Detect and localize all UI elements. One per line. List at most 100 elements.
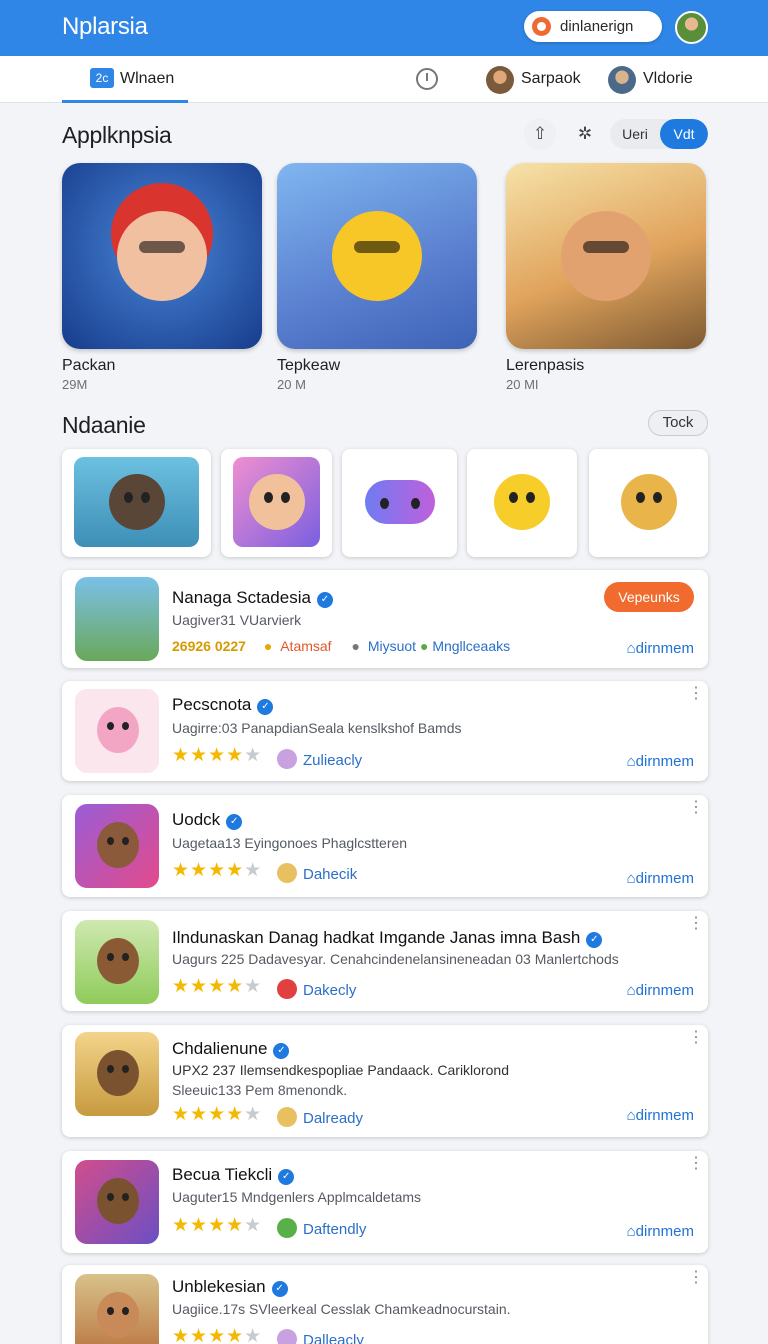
bell-icon: ⌂ — [626, 870, 636, 887]
app-card-6[interactable]: Becua Tiekcli ✓ Uaguter15 Mndgenlers Appl… — [62, 1151, 708, 1253]
mini-card-4[interactable] — [467, 449, 577, 557]
settings-icon[interactable]: ✲ — [569, 118, 601, 150]
developer-5[interactable]: Dalready — [277, 1107, 363, 1127]
mini-card-5[interactable] — [589, 449, 708, 557]
app-icon-5 — [75, 1032, 159, 1116]
user-avatar-1[interactable] — [486, 66, 514, 94]
get-button-5[interactable]: ⌂dirnmem — [627, 1107, 694, 1124]
app-desc-3: Uagetaa13 Eyingonoes Phaglcstteren — [172, 835, 408, 851]
app-card-4[interactable]: Ilndunaskan Danag hadkat Imgande Janas i… — [62, 911, 708, 1011]
app-desc-7: Uagiice.17s SVleerkeal Cesslak Chamkeadn… — [172, 1301, 511, 1317]
get-button-6[interactable]: ⌂dirnmem — [627, 1223, 694, 1240]
featured-art-3 — [561, 211, 651, 301]
app-card-5[interactable]: Chdalienune ✓ UPX2 237 Ilemsendkespopliae… — [62, 1025, 708, 1137]
developer-icon — [277, 1107, 297, 1127]
mini-card-2[interactable] — [221, 449, 332, 557]
featured-title: Applknpsia — [62, 122, 172, 148]
mini-card-1[interactable] — [62, 449, 211, 557]
app-title: Nplarsia — [62, 13, 148, 40]
developer-icon — [277, 863, 297, 883]
get-button-2[interactable]: ⌂dirnmem — [627, 753, 694, 770]
tab-home[interactable]: 2c Wlnaen — [62, 56, 188, 103]
verified-icon: ✓ — [316, 592, 333, 608]
rating-stars-4: ★★★★★ — [172, 976, 263, 997]
user-avatar[interactable] — [675, 11, 708, 44]
rating-stars-3: ★★★★★ — [172, 860, 263, 881]
app-card-1[interactable]: Nanaga Sctadesia ✓ Uagiver31 VUarvierk Ve… — [62, 570, 708, 668]
tag-blue-1: Miysuot — [367, 638, 417, 654]
verified-icon: ✓ — [271, 1281, 288, 1297]
view-toggle[interactable]: Ueri Vdt — [610, 119, 708, 149]
tag-green-1: Mngllceaaks — [432, 638, 511, 654]
bell-icon: ⌂ — [626, 753, 636, 770]
app-title-7: Unblekesian ✓ — [172, 1277, 288, 1297]
developer-7[interactable]: Dalleacly — [277, 1329, 364, 1344]
search-box[interactable]: dinlanerign — [524, 11, 662, 42]
verified-icon: ✓ — [273, 1043, 290, 1059]
globe-icon: ● — [419, 638, 429, 654]
app-desc-4: Uagurs 225 Dadavesyar. Cenahcindenelansi… — [172, 951, 619, 967]
section-button[interactable]: Tock — [648, 410, 708, 436]
rating-stars-6: ★★★★★ — [172, 1215, 263, 1236]
featured-art-1 — [117, 211, 207, 301]
app-title-5: Chdalienune ✓ — [172, 1039, 290, 1059]
app-card-2[interactable]: Pecscnota ✓ Uagirre:03 PanapdianSeala ken… — [62, 681, 708, 781]
developer-4[interactable]: Dakecly — [277, 979, 356, 999]
user-avatar-2[interactable] — [608, 66, 636, 94]
featured-card-2[interactable] — [277, 163, 477, 349]
featured-card-3[interactable] — [506, 163, 706, 349]
app-title-4: Ilndunaskan Danag hadkat Imgande Janas i… — [172, 928, 603, 948]
bell-icon: ⌂ — [626, 1107, 636, 1124]
get-button-4[interactable]: ⌂dirnmem — [627, 982, 694, 999]
featured-size-3: 20 MI — [506, 377, 539, 392]
app-desc-2: Uagirre:03 PanapdianSeala kenslkshof Bam… — [172, 720, 462, 736]
verified-icon: ✓ — [226, 814, 243, 830]
app-action-button-1[interactable]: Vepeunks — [604, 582, 694, 612]
section-title: Ndaanie — [62, 412, 146, 438]
developer-icon — [277, 1329, 297, 1344]
toggle-right[interactable]: Vdt — [660, 119, 708, 149]
search-input[interactable]: dinlanerign — [560, 18, 633, 35]
more-icon[interactable]: ⋮ — [688, 916, 704, 932]
featured-card-1[interactable] — [62, 163, 262, 349]
developer-2[interactable]: Zulieacly — [277, 749, 362, 769]
app-desc-1: Uagiver31 VUarvierk — [172, 612, 302, 628]
mini-card-3[interactable] — [342, 449, 457, 557]
app-icon-6 — [75, 1160, 159, 1244]
tab-people-2[interactable]: Vldorie — [643, 70, 693, 88]
rating-stars-5: ★★★★★ — [172, 1104, 263, 1125]
tab-people-1[interactable]: Sarpaok — [521, 70, 581, 88]
top-bar: Nplarsia dinlanerign — [0, 0, 768, 56]
more-icon[interactable]: ⋮ — [688, 1030, 704, 1046]
home-badge: 2c — [90, 68, 114, 88]
more-icon[interactable]: ⋮ — [688, 1270, 704, 1286]
developer-icon — [277, 1218, 297, 1238]
app-desc-6: Uaguter15 Mndgenlers Applmcaldetams — [172, 1189, 422, 1205]
more-icon[interactable]: ⋮ — [688, 686, 704, 702]
developer-6[interactable]: Daftendly — [277, 1218, 366, 1238]
app-meta-1: 26926 0227 ● Atamsaf ● Miysuot ● Mngllce… — [172, 638, 510, 654]
featured-art-2 — [332, 211, 422, 301]
app-icon-1 — [75, 577, 159, 661]
rating-stars-2: ★★★★★ — [172, 745, 263, 766]
verified-icon: ✓ — [257, 699, 274, 715]
app-card-7[interactable]: Unblekesian ✓ Uagiice.17s SVleerkeal Cess… — [62, 1265, 708, 1344]
app-desc-5: UPX2 237 Ilemsendkespopliae Pandaack. Ca… — [172, 1062, 509, 1078]
app-title-6: Becua Tiekcli ✓ — [172, 1165, 295, 1185]
featured-size-1: 29M — [62, 377, 88, 392]
share-icon[interactable]: ⇧ — [524, 118, 556, 150]
featured-name-1: Packan — [62, 357, 116, 374]
get-button-1[interactable]: ⌂dirnmem — [627, 640, 694, 657]
get-button-3[interactable]: ⌂dirnmem — [627, 870, 694, 887]
clock-icon[interactable] — [416, 68, 438, 90]
toggle-left[interactable]: Ueri — [610, 119, 660, 149]
app-count-1: 26926 0227 — [172, 638, 246, 654]
tag-orange-1: Atamsaf — [280, 638, 332, 654]
developer-3[interactable]: Dahecik — [277, 863, 357, 883]
app-card-3[interactable]: Uodck ✓ Uagetaa13 Eyingonoes Phaglcsttere… — [62, 795, 708, 897]
face-icon: ● — [351, 638, 360, 654]
more-icon[interactable]: ⋮ — [688, 1156, 704, 1172]
app-icon-3 — [75, 804, 159, 888]
more-icon[interactable]: ⋮ — [688, 800, 704, 816]
app-icon-2 — [75, 689, 159, 773]
